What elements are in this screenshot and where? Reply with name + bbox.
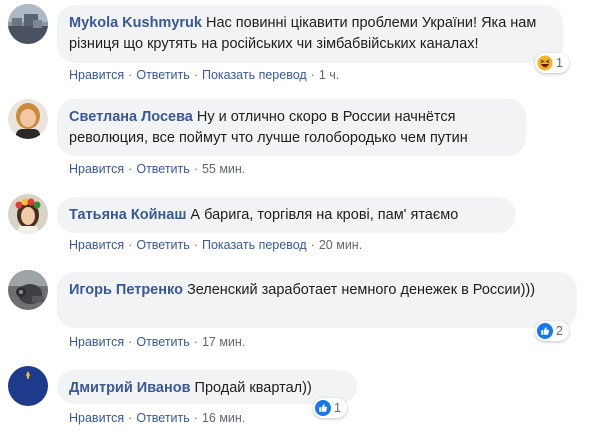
- like-reaction-icon: [315, 400, 331, 416]
- comment-text: А барига, торгівля на крові, пам' ятаємо: [190, 207, 459, 223]
- ukrainian-cannot-keep-calm-avatar: [8, 366, 48, 406]
- reply-link[interactable]: Ответить: [136, 335, 189, 349]
- comment-time[interactable]: 16 мин.: [202, 411, 245, 425]
- reaction-count: 1: [556, 56, 563, 70]
- reply-link[interactable]: Ответить: [136, 411, 189, 425]
- separator: ·: [193, 162, 198, 176]
- separator: ·: [128, 335, 133, 349]
- avatar[interactable]: [8, 366, 48, 406]
- comment-author[interactable]: Татьяна Койнаш: [69, 207, 186, 223]
- separator: ·: [128, 68, 133, 82]
- reply-link[interactable]: Ответить: [136, 238, 189, 252]
- comment-text: Продай квартал)): [194, 380, 312, 396]
- comment-author[interactable]: Mykola Kushmyruk: [69, 15, 202, 31]
- separator: ·: [128, 162, 133, 176]
- separator: ·: [193, 411, 198, 425]
- reaction-count: 1: [334, 401, 341, 415]
- reaction-badge[interactable]: 1: [535, 53, 569, 73]
- comment-bubble: Татьяна Койнаш А барига, торгівля на кров…: [57, 197, 516, 233]
- like-reaction-icon: [537, 323, 553, 339]
- comment-time[interactable]: 20 мин.: [319, 238, 362, 252]
- separator: ·: [193, 335, 198, 349]
- separator: ·: [193, 238, 198, 252]
- separator: ·: [193, 68, 198, 82]
- haha-reaction-icon: [537, 55, 553, 71]
- like-link[interactable]: Нравится: [69, 335, 124, 349]
- translate-link[interactable]: Показать перевод: [202, 238, 307, 252]
- reply-link[interactable]: Ответить: [136, 68, 189, 82]
- avatar[interactable]: [8, 270, 48, 310]
- separator: ·: [128, 238, 133, 252]
- avatar-photo: [8, 99, 48, 139]
- comment-author[interactable]: Светлана Лосева: [69, 109, 193, 125]
- avatar-photo: [8, 4, 48, 44]
- separator: ·: [310, 68, 315, 82]
- reaction-badge[interactable]: 1: [313, 398, 347, 418]
- comment-text: Зеленский заработает немного денежек в Р…: [186, 282, 536, 298]
- like-link[interactable]: Нравится: [69, 411, 124, 425]
- comment-bubble: Дмитрий Иванов Продай квартал)): [57, 370, 357, 404]
- comment-actions: Нравится · Ответить · Показать перевод · 1 ч.: [69, 67, 339, 83]
- comment-time[interactable]: 55 мин.: [202, 162, 245, 176]
- comment-bubble: Светлана Лосева Ну и отлично скоро в Росс…: [57, 99, 526, 156]
- comment-actions: Нравится · Ответить · 55 мин.: [69, 161, 245, 177]
- reply-link[interactable]: Ответить: [136, 162, 189, 176]
- comment-time[interactable]: 1 ч.: [319, 68, 339, 82]
- comment-time[interactable]: 17 мин.: [202, 335, 245, 349]
- like-link[interactable]: Нравится: [69, 68, 124, 82]
- comment-author[interactable]: Дмитрий Иванов: [69, 380, 191, 396]
- avatar-photo: [8, 194, 48, 234]
- comment-actions: Нравится · Ответить · 16 мин.: [69, 410, 245, 426]
- comment-actions: Нравится · Ответить · Показать перевод · 20 ми…: [69, 237, 362, 253]
- avatar[interactable]: [8, 194, 48, 234]
- comment-author[interactable]: Игорь Петренко: [69, 282, 183, 298]
- comment-bubble: Mykola Kushmyruk Нас повинні цікавити про…: [57, 5, 563, 63]
- separator: ·: [128, 411, 133, 425]
- like-link[interactable]: Нравится: [69, 238, 124, 252]
- reaction-badge[interactable]: 2: [535, 321, 569, 341]
- comment-bubble: Игорь Петренко Зеленский заработает немно…: [57, 272, 577, 328]
- comment-actions: Нравится · Ответить · 17 мин.: [69, 334, 245, 350]
- separator: ·: [310, 238, 315, 252]
- avatar[interactable]: [8, 4, 48, 44]
- reaction-count: 2: [556, 324, 563, 338]
- avatar-photo: [8, 270, 48, 310]
- translate-link[interactable]: Показать перевод: [202, 68, 307, 82]
- like-link[interactable]: Нравится: [69, 162, 124, 176]
- avatar[interactable]: [8, 99, 48, 139]
